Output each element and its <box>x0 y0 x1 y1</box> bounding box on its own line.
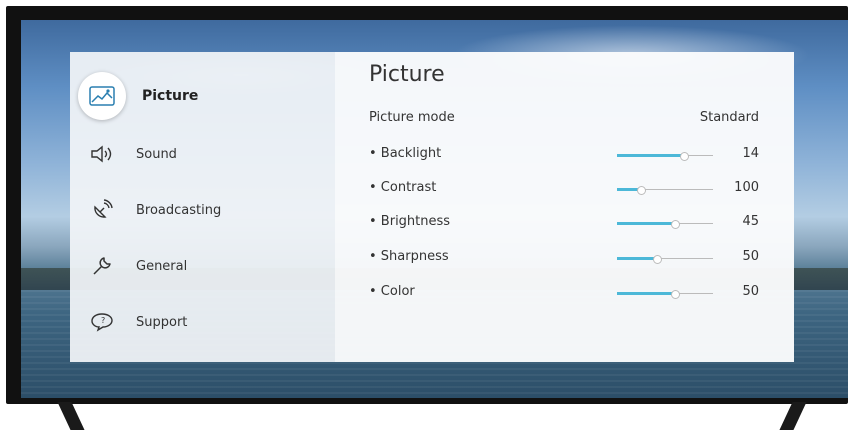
color-slider[interactable] <box>617 290 713 299</box>
slider-knob[interactable] <box>671 290 680 299</box>
setting-value: 50 <box>742 249 759 264</box>
satellite-icon <box>88 196 116 224</box>
picture-icon <box>78 72 126 120</box>
settings-menu: Picture Sound Broadcasting General ? Sup… <box>70 52 794 362</box>
speech-bubble-icon: ? <box>88 308 116 336</box>
slider-knob[interactable] <box>637 186 646 195</box>
picture-mode-label: Picture mode <box>369 110 455 125</box>
setting-value: 100 <box>734 180 759 195</box>
svg-text:?: ? <box>101 316 105 325</box>
picture-settings-panel: Picture Picture mode Standard • Backligh… <box>335 52 794 362</box>
slider-knob[interactable] <box>671 220 680 229</box>
contrast-slider[interactable] <box>617 186 713 195</box>
brightness-row[interactable]: • Brightness 45 <box>369 214 759 234</box>
sidebar-item-label: Broadcasting <box>136 202 222 218</box>
slider-fill <box>617 154 684 157</box>
slider-fill <box>617 257 657 260</box>
sidebar-item-picture[interactable]: Picture <box>78 72 199 120</box>
sidebar-item-sound[interactable]: Sound <box>80 134 177 174</box>
sidebar-item-label: Picture <box>142 88 199 104</box>
tv-stand-left <box>57 402 85 430</box>
sidebar-item-broadcasting[interactable]: Broadcasting <box>80 190 221 230</box>
picture-mode-value: Standard <box>699 110 759 125</box>
sidebar-item-support[interactable]: ? Support <box>80 302 187 342</box>
sidebar-item-label: Sound <box>136 146 177 162</box>
setting-label: • Contrast <box>369 180 437 195</box>
slider-fill <box>617 222 675 225</box>
setting-value: 14 <box>742 146 759 161</box>
setting-label: • Sharpness <box>369 249 449 264</box>
picture-mode-row[interactable]: Picture mode Standard <box>369 110 759 125</box>
slider-knob[interactable] <box>680 152 689 161</box>
backlight-slider[interactable] <box>617 152 713 161</box>
setting-value: 50 <box>742 284 759 299</box>
contrast-row[interactable]: • Contrast 100 <box>369 180 759 200</box>
sidebar-item-general[interactable]: General <box>80 246 187 286</box>
setting-label: • Color <box>369 284 415 299</box>
sharpness-slider[interactable] <box>617 255 713 264</box>
wrench-icon <box>88 252 116 280</box>
speaker-icon <box>88 140 116 168</box>
backlight-row[interactable]: • Backlight 14 <box>369 146 759 166</box>
tv-stand-right <box>779 402 807 430</box>
sharpness-row[interactable]: • Sharpness 50 <box>369 249 759 269</box>
sidebar-item-label: Support <box>136 314 188 330</box>
sidebar-item-label: General <box>136 258 188 274</box>
slider-knob[interactable] <box>653 255 662 264</box>
brightness-slider[interactable] <box>617 220 713 229</box>
setting-label: • Brightness <box>369 214 451 229</box>
slider-fill <box>617 292 675 295</box>
color-row[interactable]: • Color 50 <box>369 284 759 304</box>
setting-label: • Backlight <box>369 146 442 161</box>
page-title: Picture <box>369 62 445 87</box>
settings-sidebar: Picture Sound Broadcasting General ? Sup… <box>70 52 335 362</box>
setting-value: 45 <box>742 214 759 229</box>
